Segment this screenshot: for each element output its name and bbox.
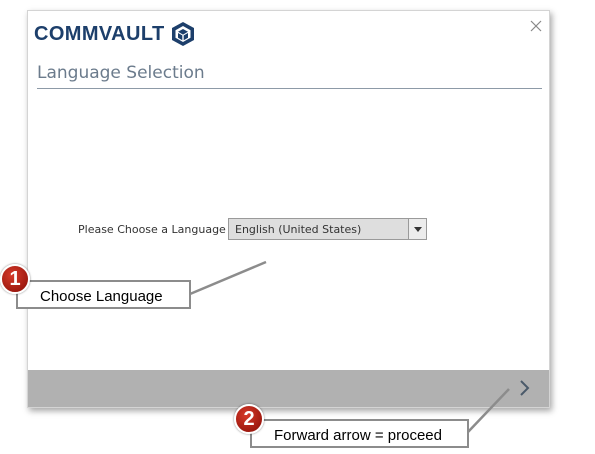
callout-2-text: Forward arrow = proceed [274,427,442,444]
callout-2-leader [467,388,510,433]
callout-1-leader [189,260,267,296]
callout-leader-lines [189,260,510,433]
callout-2-badge: 2 [234,404,264,434]
callout-choose-language: Choose Language [16,280,191,309]
callout-1-badge: 1 [0,264,30,294]
callout-1-text: Choose Language [40,288,163,305]
callout-forward-arrow: Forward arrow = proceed [250,419,469,448]
